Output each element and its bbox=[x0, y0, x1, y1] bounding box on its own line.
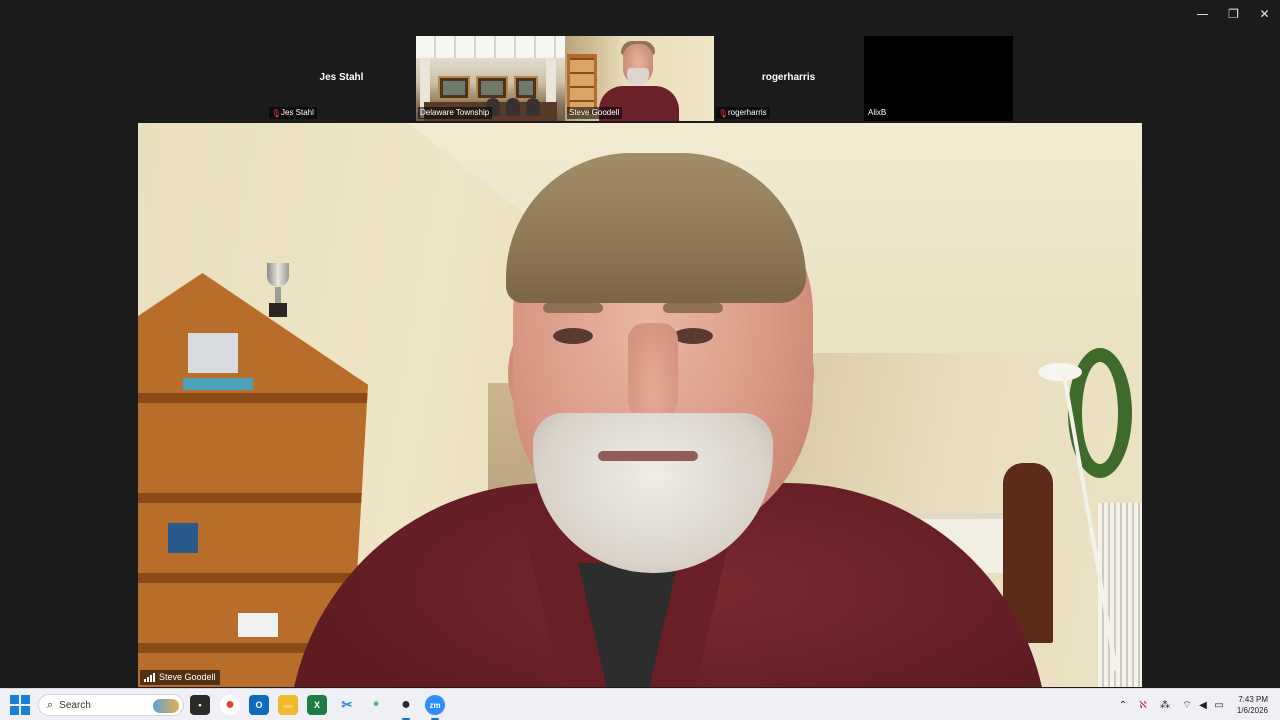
active-speaker-video[interactable]: Steve Goodell bbox=[138, 123, 1142, 687]
participant-label: 🎙 rogerharris bbox=[716, 107, 770, 119]
battery-icon[interactable]: ▭ bbox=[1210, 695, 1228, 715]
window-controls: — ❐ ✕ bbox=[1187, 0, 1280, 28]
chrome-icon[interactable]: ● bbox=[220, 695, 240, 715]
search-highlight-icon bbox=[153, 699, 179, 713]
tray-app-icon[interactable]: ℵ bbox=[1134, 695, 1152, 715]
taskbar: ⌕ Search ▪ ● O ▬ X ✂ • ● zm ⌃ ℵ ⁂ ⌔ ◀ ▭ … bbox=[0, 688, 1280, 720]
participant-tile-alixb[interactable]: AlixB bbox=[864, 36, 1013, 121]
zoom-icon[interactable]: zm bbox=[425, 695, 445, 720]
muted-mic-icon: 🎙 bbox=[271, 108, 282, 118]
restore-button[interactable]: ❐ bbox=[1218, 0, 1249, 28]
participant-label-text: AlixB bbox=[868, 108, 887, 117]
speaker bbox=[138, 123, 1142, 687]
participant-label-text: Delaware Township bbox=[420, 108, 490, 117]
participant-tile-delaware-township[interactable]: Delaware Township bbox=[416, 36, 565, 121]
participant-label-text: Steve Goodell bbox=[569, 108, 620, 117]
participant-name: Jes Stahl bbox=[319, 72, 364, 83]
taskbar-search-box[interactable]: ⌕ Search bbox=[38, 694, 184, 716]
participant-label: AlixB bbox=[866, 107, 890, 119]
speaker-name: Steve Goodell bbox=[159, 672, 216, 682]
speaker-label: Steve Goodell bbox=[140, 670, 220, 685]
windows-start-icon[interactable] bbox=[10, 695, 30, 715]
search-placeholder: Search bbox=[59, 699, 91, 711]
participant-label: 🎙 Jes Stahl bbox=[269, 107, 317, 119]
camera-app-icon[interactable]: ● bbox=[396, 695, 416, 720]
muted-mic-icon: 🎙 bbox=[718, 108, 729, 118]
participant-strip: Jes Stahl 🎙 Jes Stahl Delaware Township … bbox=[267, 36, 1014, 121]
participant-label: Steve Goodell bbox=[567, 107, 623, 119]
snipping-tool-icon[interactable]: ✂ bbox=[337, 695, 357, 715]
participant-tile-jes-stahl[interactable]: Jes Stahl 🎙 Jes Stahl bbox=[267, 36, 416, 121]
clock-date: 1/6/2026 bbox=[1236, 706, 1268, 715]
participant-name: rogerharris bbox=[761, 72, 816, 83]
task-view-icon[interactable]: ▪ bbox=[190, 695, 210, 715]
taskbar-clock[interactable]: 7:43 PM 1/6/2026 bbox=[1237, 694, 1268, 716]
zoom-meeting-window: — ❐ ✕ Jes Stahl 🎙 Jes Stahl Delaware Tow… bbox=[0, 0, 1280, 720]
excel-icon[interactable]: X bbox=[307, 695, 327, 715]
connection-signal-icon bbox=[144, 673, 155, 682]
file-explorer-icon[interactable]: ▬ bbox=[278, 695, 298, 715]
tray-network-app-icon[interactable]: ⁂ bbox=[1156, 695, 1174, 715]
search-icon: ⌕ bbox=[47, 698, 54, 711]
clock-time: 7:43 PM bbox=[1238, 695, 1268, 704]
participant-label: Delaware Township bbox=[418, 107, 493, 119]
tray-overflow-icon[interactable]: ⌃ bbox=[1114, 695, 1132, 715]
minimize-button[interactable]: — bbox=[1187, 0, 1218, 28]
close-button[interactable]: ✕ bbox=[1249, 0, 1280, 28]
participant-label-text: Jes Stahl bbox=[281, 108, 314, 117]
green-app-icon[interactable]: • bbox=[366, 695, 386, 715]
participant-tile-steve-goodell[interactable]: Steve Goodell bbox=[565, 36, 714, 121]
outlook-icon[interactable]: O bbox=[249, 695, 269, 715]
participant-label-text: rogerharris bbox=[728, 108, 767, 117]
participant-tile-rogerharris[interactable]: rogerharris 🎙 rogerharris bbox=[714, 36, 863, 121]
